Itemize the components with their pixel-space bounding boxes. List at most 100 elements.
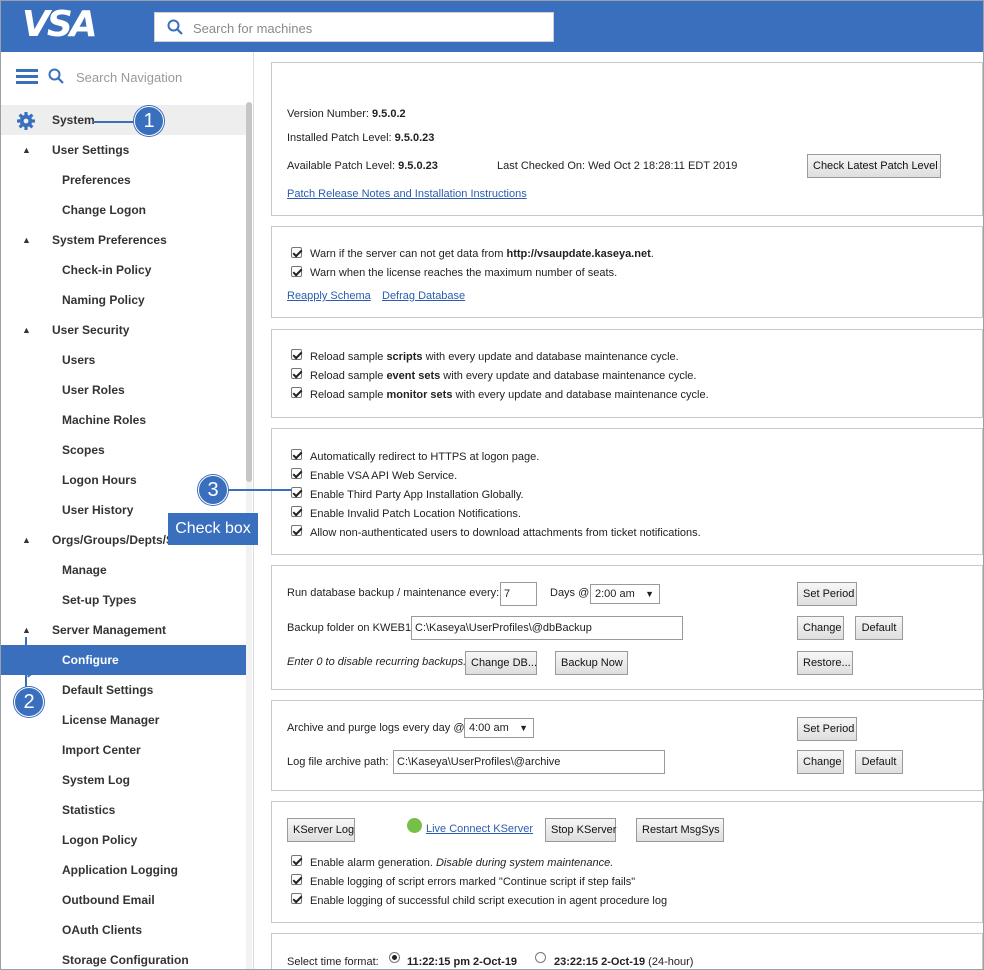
archive-path-label: Log file archive path: xyxy=(287,756,389,768)
archive-interval-label: Archive and purge logs every day @ xyxy=(287,722,465,734)
nav-item-statistics[interactable]: Statistics xyxy=(0,795,246,825)
restart-msgsys-button[interactable]: Restart MsgSys xyxy=(636,818,724,842)
warn-license-checkbox[interactable] xyxy=(291,266,302,277)
top-header: VSA Search for machines xyxy=(0,0,984,52)
nav-item-label: User Roles xyxy=(62,383,125,397)
backup-folder-change-button[interactable]: Change xyxy=(797,616,844,640)
reload-monitor-sets-checkbox[interactable] xyxy=(291,387,302,398)
defrag-database-link[interactable]: Defrag Database xyxy=(382,290,465,302)
attachments-checkbox[interactable] xyxy=(291,525,302,536)
nav-item-label: Set-up Types xyxy=(62,593,137,607)
third-party-app-label: Enable Third Party App Installation Glob… xyxy=(310,489,524,501)
invalid-patch-checkbox[interactable] xyxy=(291,506,302,517)
nav-item-label: User Security xyxy=(52,323,130,337)
hamburger-menu-icon[interactable] xyxy=(16,69,38,85)
nav-item-label: Server Management xyxy=(52,623,167,637)
reload-event-sets-checkbox[interactable] xyxy=(291,368,302,379)
archive-default-button[interactable]: Default xyxy=(855,750,903,774)
backup-time-select[interactable]: 2:00 am ▼ xyxy=(590,584,660,604)
nav-item-application-logging[interactable]: Application Logging xyxy=(0,855,246,885)
time-format-panel: Select time format: 11:22:15 pm 2-Oct-19… xyxy=(271,933,983,970)
time-format-24h-radio[interactable] xyxy=(535,952,546,963)
nav-group-server-management[interactable]: ▲ Server Management xyxy=(0,615,246,645)
warn-server-data-checkbox[interactable] xyxy=(291,247,302,258)
callout-2-line xyxy=(25,637,27,693)
nav-item-label: Manage xyxy=(62,563,107,577)
nav-item-system-log[interactable]: System Log xyxy=(0,765,246,795)
nav-item-naming-policy[interactable]: Naming Policy xyxy=(0,285,246,315)
nav-item-logon-policy[interactable]: Logon Policy xyxy=(0,825,246,855)
nav-item-manage[interactable]: Manage xyxy=(0,555,246,585)
sidebar: Search Navigation System ▲ User Settings… xyxy=(0,52,254,970)
nav-item-check-in-policy[interactable]: Check-in Policy xyxy=(0,255,246,285)
nav-item-label: Machine Roles xyxy=(62,413,147,427)
check-latest-patch-button[interactable]: Check Latest Patch Level xyxy=(807,154,941,178)
alarm-generation-checkbox[interactable] xyxy=(291,855,302,866)
caret-up-icon: ▲ xyxy=(22,535,31,545)
reapply-schema-link[interactable]: Reapply Schema xyxy=(287,290,371,302)
nav-group-user-security[interactable]: ▲ User Security xyxy=(0,315,246,345)
restore-button[interactable]: Restore... xyxy=(797,651,853,675)
archive-set-period-button[interactable]: Set Period xyxy=(797,717,857,741)
archive-change-button[interactable]: Change xyxy=(797,750,844,774)
archive-path-input[interactable]: C:\Kaseya\UserProfiles\@archive xyxy=(393,750,665,774)
nav-item-outbound-email[interactable]: Outbound Email xyxy=(0,885,246,915)
last-checked-text: Last Checked On: Wed Oct 2 18:28:11 EDT … xyxy=(497,160,738,172)
nav-item-label: Default Settings xyxy=(62,683,154,697)
patch-release-notes-link[interactable]: Patch Release Notes and Installation Ins… xyxy=(287,188,527,200)
nav-group-system-preferences[interactable]: ▲ System Preferences xyxy=(0,225,246,255)
backup-now-button[interactable]: Backup Now xyxy=(555,651,628,675)
https-redirect-checkbox[interactable] xyxy=(291,449,302,460)
change-db-button[interactable]: Change DB... xyxy=(465,651,537,675)
nav-search-input[interactable]: Search Navigation xyxy=(70,66,246,88)
time-format-label: Select time format: xyxy=(287,956,379,968)
backup-days-input[interactable]: 7 xyxy=(500,582,537,606)
nav-item-system[interactable]: System xyxy=(0,105,246,135)
callout-2-marker: 2 xyxy=(14,687,44,717)
vsa-logo: VSA xyxy=(22,4,98,45)
nav-item-label: Logon Policy xyxy=(62,833,138,847)
nav-item-label: User Settings xyxy=(52,143,130,157)
nav-item-scopes[interactable]: Scopes xyxy=(0,435,246,465)
gear-icon xyxy=(17,112,35,130)
caret-up-icon: ▲ xyxy=(22,235,31,245)
child-script-logging-checkbox[interactable] xyxy=(291,893,302,904)
stop-kserver-button[interactable]: Stop KServer xyxy=(545,818,616,842)
nav-item-label: Import Center xyxy=(62,743,141,757)
backup-folder-input[interactable]: C:\Kaseya\UserProfiles\@dbBackup xyxy=(411,616,683,640)
time-format-12h-radio[interactable] xyxy=(389,952,400,963)
archive-time-select[interactable]: 4:00 am ▼ xyxy=(464,718,534,738)
nav-item-label: User History xyxy=(62,503,134,517)
script-errors-checkbox[interactable] xyxy=(291,874,302,885)
nav-group-user-settings[interactable]: ▲ User Settings xyxy=(0,135,246,165)
machine-search-placeholder: Search for machines xyxy=(193,21,313,36)
live-connect-kserver-link[interactable]: Live Connect KServer xyxy=(426,823,533,835)
days-label: Days @ xyxy=(550,587,590,599)
nav-item-label: Check-in Policy xyxy=(62,263,152,277)
third-party-app-checkbox[interactable] xyxy=(291,487,302,498)
nav-item-storage-configuration[interactable]: Storage Configuration xyxy=(0,945,246,970)
nav-item-machine-roles[interactable]: Machine Roles xyxy=(0,405,246,435)
callout-3-marker: 3 xyxy=(198,475,228,505)
nav-item-label: Preferences xyxy=(62,173,131,187)
sidebar-scrollbar-thumb[interactable] xyxy=(246,102,252,482)
machine-search-input[interactable]: Search for machines xyxy=(154,12,554,42)
nav-item-import-center[interactable]: Import Center xyxy=(0,735,246,765)
vsa-api-checkbox[interactable] xyxy=(291,468,302,479)
reload-scripts-checkbox[interactable] xyxy=(291,349,302,360)
nav-item-label: Application Logging xyxy=(62,863,178,877)
nav-item-preferences[interactable]: Preferences xyxy=(0,165,246,195)
time-format-24h-label: 23:22:15 2-Oct-19 (24-hour) xyxy=(554,956,694,968)
nav-item-setup-types[interactable]: Set-up Types xyxy=(0,585,246,615)
nav-item-user-roles[interactable]: User Roles xyxy=(0,375,246,405)
search-icon xyxy=(167,19,183,35)
reload-scripts-label: Reload sample scripts with every update … xyxy=(310,351,679,363)
https-redirect-label: Automatically redirect to HTTPS at logon… xyxy=(310,451,540,463)
nav-item-oauth-clients[interactable]: OAuth Clients xyxy=(0,915,246,945)
backup-folder-default-button[interactable]: Default xyxy=(855,616,903,640)
kserver-log-button[interactable]: KServer Log xyxy=(287,818,355,842)
alarm-generation-label: Enable alarm generation. Disable during … xyxy=(310,857,614,869)
nav-item-change-logon[interactable]: Change Logon xyxy=(0,195,246,225)
backup-set-period-button[interactable]: Set Period xyxy=(797,582,857,606)
nav-item-users[interactable]: Users xyxy=(0,345,246,375)
